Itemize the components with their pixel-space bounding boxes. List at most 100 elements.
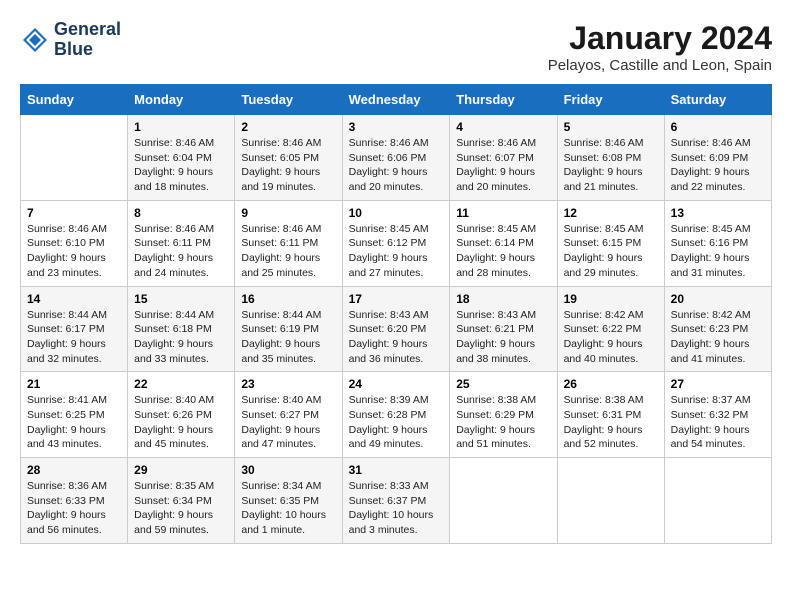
day-number: 6 (671, 120, 765, 134)
calendar-cell: 1Sunrise: 8:46 AM Sunset: 6:04 PM Daylig… (128, 115, 235, 201)
day-number: 28 (27, 463, 121, 477)
calendar-week-row: 28 Sunrise: 8:36 AM Sunset: 6:33 PM Dayli… (21, 458, 772, 544)
calendar-cell: 13Sunrise: 8:45 AM Sunset: 6:16 PM Dayli… (664, 200, 771, 286)
day-info: Sunrise: 8:43 AM Sunset: 6:20 PM Dayligh… (349, 308, 444, 367)
day-number: 4 (456, 120, 550, 134)
calendar-cell (557, 458, 664, 544)
day-info: Sunrise: 8:41 AM Sunset: 6:25 PM Dayligh… (27, 393, 121, 452)
day-info: Sunrise: 8:40 AM Sunset: 6:26 PM Dayligh… (134, 393, 228, 452)
calendar-col-header: Saturday (664, 85, 771, 115)
calendar-cell: 18 Sunrise: 8:43 AM Sunset: 6:21 PM Dayli… (450, 286, 557, 372)
day-number: 27 (671, 377, 765, 391)
day-info: Sunrise: 8:46 AM Sunset: 6:09 PM Dayligh… (671, 136, 765, 195)
day-number: 22 (134, 377, 228, 391)
day-number: 14 (27, 292, 121, 306)
calendar-cell: 5 Sunrise: 8:46 AM Sunset: 6:08 PM Daylig… (557, 115, 664, 201)
day-info: Sunrise: 8:35 AM Sunset: 6:34 PM Dayligh… (134, 479, 228, 538)
day-number: 23 (241, 377, 335, 391)
calendar-week-row: 21 Sunrise: 8:41 AM Sunset: 6:25 PM Dayli… (21, 372, 772, 458)
page-subtitle: Pelayos, Castille and Leon, Spain (548, 57, 772, 74)
day-info: Sunrise: 8:43 AM Sunset: 6:21 PM Dayligh… (456, 308, 550, 367)
calendar-cell: 8Sunrise: 8:46 AM Sunset: 6:11 PM Daylig… (128, 200, 235, 286)
day-number: 30 (241, 463, 335, 477)
day-info: Sunrise: 8:45 AM Sunset: 6:15 PM Dayligh… (564, 222, 658, 281)
day-number: 29 (134, 463, 228, 477)
day-number: 15 (134, 292, 228, 306)
calendar-week-row: 1Sunrise: 8:46 AM Sunset: 6:04 PM Daylig… (21, 115, 772, 201)
day-number: 20 (671, 292, 765, 306)
day-info: Sunrise: 8:38 AM Sunset: 6:29 PM Dayligh… (456, 393, 550, 452)
day-info: Sunrise: 8:44 AM Sunset: 6:17 PM Dayligh… (27, 308, 121, 367)
day-info: Sunrise: 8:37 AM Sunset: 6:32 PM Dayligh… (671, 393, 765, 452)
day-number: 18 (456, 292, 550, 306)
calendar-col-header: Thursday (450, 85, 557, 115)
calendar-cell: 14 Sunrise: 8:44 AM Sunset: 6:17 PM Dayli… (21, 286, 128, 372)
day-number: 2 (241, 120, 335, 134)
calendar-cell (21, 115, 128, 201)
page-title: January 2024 (548, 20, 772, 57)
calendar-col-header: Sunday (21, 85, 128, 115)
calendar-cell: 19 Sunrise: 8:42 AM Sunset: 6:22 PM Dayli… (557, 286, 664, 372)
calendar-cell: 22 Sunrise: 8:40 AM Sunset: 6:26 PM Dayli… (128, 372, 235, 458)
calendar-cell: 31Sunrise: 8:33 AM Sunset: 6:37 PM Dayli… (342, 458, 450, 544)
day-info: Sunrise: 8:44 AM Sunset: 6:18 PM Dayligh… (134, 308, 228, 367)
logo-text: General Blue (54, 20, 121, 60)
day-number: 16 (241, 292, 335, 306)
day-info: Sunrise: 8:44 AM Sunset: 6:19 PM Dayligh… (241, 308, 335, 367)
calendar-cell (664, 458, 771, 544)
calendar-cell: 3 Sunrise: 8:46 AM Sunset: 6:06 PM Daylig… (342, 115, 450, 201)
calendar-cell: 21 Sunrise: 8:41 AM Sunset: 6:25 PM Dayli… (21, 372, 128, 458)
day-info: Sunrise: 8:33 AM Sunset: 6:37 PM Dayligh… (349, 479, 444, 538)
day-info: Sunrise: 8:40 AM Sunset: 6:27 PM Dayligh… (241, 393, 335, 452)
day-number: 25 (456, 377, 550, 391)
day-info: Sunrise: 8:45 AM Sunset: 6:14 PM Dayligh… (456, 222, 550, 281)
day-number: 9 (241, 206, 335, 220)
day-info: Sunrise: 8:46 AM Sunset: 6:05 PM Dayligh… (241, 136, 335, 195)
day-info: Sunrise: 8:46 AM Sunset: 6:04 PM Dayligh… (134, 136, 228, 195)
header: General Blue January 2024 Pelayos, Casti… (20, 20, 772, 74)
day-info: Sunrise: 8:46 AM Sunset: 6:11 PM Dayligh… (241, 222, 335, 281)
calendar-cell: 26 Sunrise: 8:38 AM Sunset: 6:31 PM Dayli… (557, 372, 664, 458)
calendar-cell: 23 Sunrise: 8:40 AM Sunset: 6:27 PM Dayli… (235, 372, 342, 458)
day-number: 13 (671, 206, 765, 220)
day-info: Sunrise: 8:36 AM Sunset: 6:33 PM Dayligh… (27, 479, 121, 538)
calendar-cell: 27 Sunrise: 8:37 AM Sunset: 6:32 PM Dayli… (664, 372, 771, 458)
day-number: 8 (134, 206, 228, 220)
day-number: 21 (27, 377, 121, 391)
day-info: Sunrise: 8:34 AM Sunset: 6:35 PM Dayligh… (241, 479, 335, 538)
day-info: Sunrise: 8:42 AM Sunset: 6:23 PM Dayligh… (671, 308, 765, 367)
day-info: Sunrise: 8:46 AM Sunset: 6:10 PM Dayligh… (27, 222, 121, 281)
day-info: Sunrise: 8:46 AM Sunset: 6:08 PM Dayligh… (564, 136, 658, 195)
day-number: 11 (456, 206, 550, 220)
calendar-body: 1Sunrise: 8:46 AM Sunset: 6:04 PM Daylig… (21, 115, 772, 544)
calendar-cell: 10Sunrise: 8:45 AM Sunset: 6:12 PM Dayli… (342, 200, 450, 286)
day-info: Sunrise: 8:39 AM Sunset: 6:28 PM Dayligh… (349, 393, 444, 452)
day-number: 5 (564, 120, 658, 134)
calendar-cell (450, 458, 557, 544)
calendar-cell: 15 Sunrise: 8:44 AM Sunset: 6:18 PM Dayli… (128, 286, 235, 372)
calendar-cell: 20 Sunrise: 8:42 AM Sunset: 6:23 PM Dayli… (664, 286, 771, 372)
calendar-table: SundayMondayTuesdayWednesdayThursdayFrid… (20, 84, 772, 544)
logo-icon (20, 25, 50, 55)
day-info: Sunrise: 8:46 AM Sunset: 6:06 PM Dayligh… (349, 136, 444, 195)
day-number: 12 (564, 206, 658, 220)
calendar-cell: 2 Sunrise: 8:46 AM Sunset: 6:05 PM Daylig… (235, 115, 342, 201)
calendar-cell: 25 Sunrise: 8:38 AM Sunset: 6:29 PM Dayli… (450, 372, 557, 458)
calendar-cell: 24 Sunrise: 8:39 AM Sunset: 6:28 PM Dayli… (342, 372, 450, 458)
day-number: 24 (349, 377, 444, 391)
day-number: 10 (349, 206, 444, 220)
calendar-cell: 17 Sunrise: 8:43 AM Sunset: 6:20 PM Dayli… (342, 286, 450, 372)
calendar-cell: 16 Sunrise: 8:44 AM Sunset: 6:19 PM Dayli… (235, 286, 342, 372)
day-number: 3 (349, 120, 444, 134)
calendar-col-header: Wednesday (342, 85, 450, 115)
calendar-cell: 29 Sunrise: 8:35 AM Sunset: 6:34 PM Dayli… (128, 458, 235, 544)
calendar-cell: 4Sunrise: 8:46 AM Sunset: 6:07 PM Daylig… (450, 115, 557, 201)
calendar-cell: 28 Sunrise: 8:36 AM Sunset: 6:33 PM Dayli… (21, 458, 128, 544)
day-info: Sunrise: 8:42 AM Sunset: 6:22 PM Dayligh… (564, 308, 658, 367)
day-number: 17 (349, 292, 444, 306)
calendar-header: SundayMondayTuesdayWednesdayThursdayFrid… (21, 85, 772, 115)
day-number: 26 (564, 377, 658, 391)
calendar-cell: 30 Sunrise: 8:34 AM Sunset: 6:35 PM Dayli… (235, 458, 342, 544)
day-number: 19 (564, 292, 658, 306)
day-info: Sunrise: 8:38 AM Sunset: 6:31 PM Dayligh… (564, 393, 658, 452)
